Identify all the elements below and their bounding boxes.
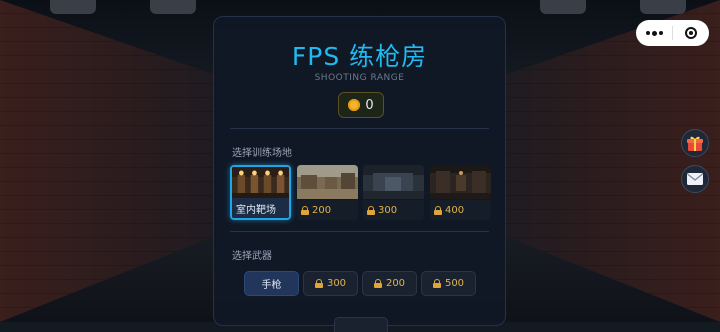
map-section-label: 选择训练场地 bbox=[232, 148, 292, 159]
mini-program-capsule bbox=[636, 20, 709, 46]
close-mini-program-button[interactable] bbox=[673, 27, 709, 39]
mail-icon bbox=[687, 173, 703, 185]
map-card-locked-400[interactable]: 400 bbox=[430, 165, 491, 220]
map-card-price: 200 bbox=[297, 200, 358, 220]
more-options-icon[interactable] bbox=[636, 30, 672, 36]
gift-button[interactable] bbox=[681, 129, 709, 157]
mail-button[interactable] bbox=[681, 165, 709, 193]
map-card-price: 400 bbox=[430, 200, 491, 220]
map-price-label: 400 bbox=[445, 204, 465, 216]
weapon-price-label: 200 bbox=[385, 278, 406, 289]
page-subtitle: SHOOTING RANGE bbox=[314, 73, 405, 83]
weapon-locked-500-button[interactable]: 500 bbox=[421, 271, 476, 296]
map-card-locked-300[interactable]: 300 bbox=[363, 165, 424, 220]
lock-icon bbox=[373, 279, 382, 288]
weapon-price-label: 500 bbox=[444, 278, 465, 289]
corridor-map-thumbnail bbox=[430, 165, 491, 199]
facility-map-thumbnail bbox=[363, 165, 424, 199]
divider bbox=[230, 231, 489, 232]
lock-icon bbox=[434, 205, 442, 215]
lock-icon bbox=[367, 205, 375, 215]
map-list: 室内靶场 200 300 400 bbox=[230, 165, 494, 221]
weapon-pistol-button[interactable]: 手枪 bbox=[244, 271, 299, 296]
weapon-label: 手枪 bbox=[261, 280, 282, 291]
gift-icon bbox=[687, 136, 703, 151]
ceiling-light bbox=[50, 0, 96, 14]
ceiling-light bbox=[150, 0, 196, 14]
close-circle-icon bbox=[685, 27, 697, 39]
divider bbox=[230, 128, 489, 129]
lock-icon bbox=[314, 279, 323, 288]
shooting-range-panel: FPS 练枪房 SHOOTING RANGE 0 选择训练场地 室内靶场 200… bbox=[213, 16, 506, 332]
weapon-price-label: 300 bbox=[326, 278, 347, 289]
lock-icon bbox=[432, 279, 441, 288]
weapon-locked-300-button[interactable]: 300 bbox=[303, 271, 358, 296]
map-card-indoor-range[interactable]: 室内靶场 bbox=[230, 165, 291, 220]
map-card-locked-200[interactable]: 200 bbox=[297, 165, 358, 220]
lock-icon bbox=[301, 205, 309, 215]
weapon-section-label: 选择武器 bbox=[232, 251, 272, 262]
map-price-label: 200 bbox=[312, 204, 332, 216]
coin-balance: 0 bbox=[338, 92, 384, 118]
coin-icon bbox=[348, 99, 361, 111]
map-price-label: 300 bbox=[378, 204, 398, 216]
page-title: FPS 练枪房 bbox=[291, 42, 428, 71]
weapon-locked-200-button[interactable]: 200 bbox=[362, 271, 417, 296]
indoor-range-thumbnail bbox=[232, 167, 289, 201]
ceiling-light bbox=[640, 0, 686, 14]
map-card-price: 300 bbox=[363, 200, 424, 220]
ceiling-light bbox=[540, 0, 586, 14]
map-card-label: 室内靶场 bbox=[232, 198, 289, 218]
start-button-partial[interactable] bbox=[334, 317, 388, 332]
coin-balance-value: 0 bbox=[365, 97, 374, 113]
desert-map-thumbnail bbox=[297, 165, 358, 199]
